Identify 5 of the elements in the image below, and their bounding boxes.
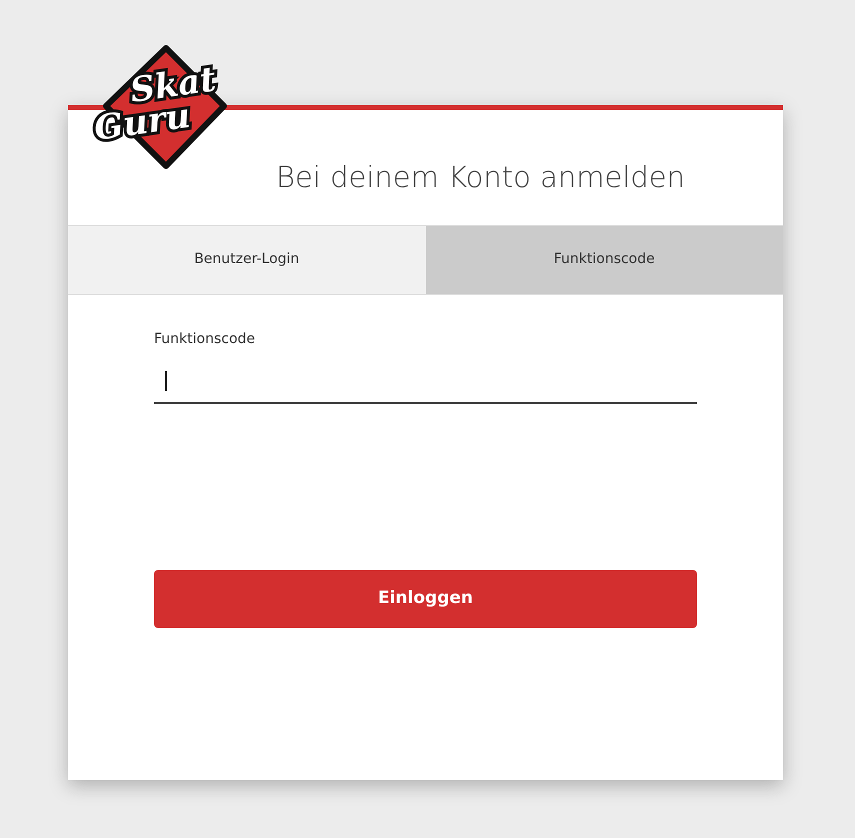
login-button[interactable]: Einloggen (154, 570, 697, 628)
field-label: Funktionscode (154, 330, 256, 349)
tab[interactable]: Benutzer-Login (68, 226, 426, 294)
page-title: Bei deinem Konto anmelden (276, 160, 686, 195)
tab[interactable]: Funktionscode (426, 226, 783, 294)
